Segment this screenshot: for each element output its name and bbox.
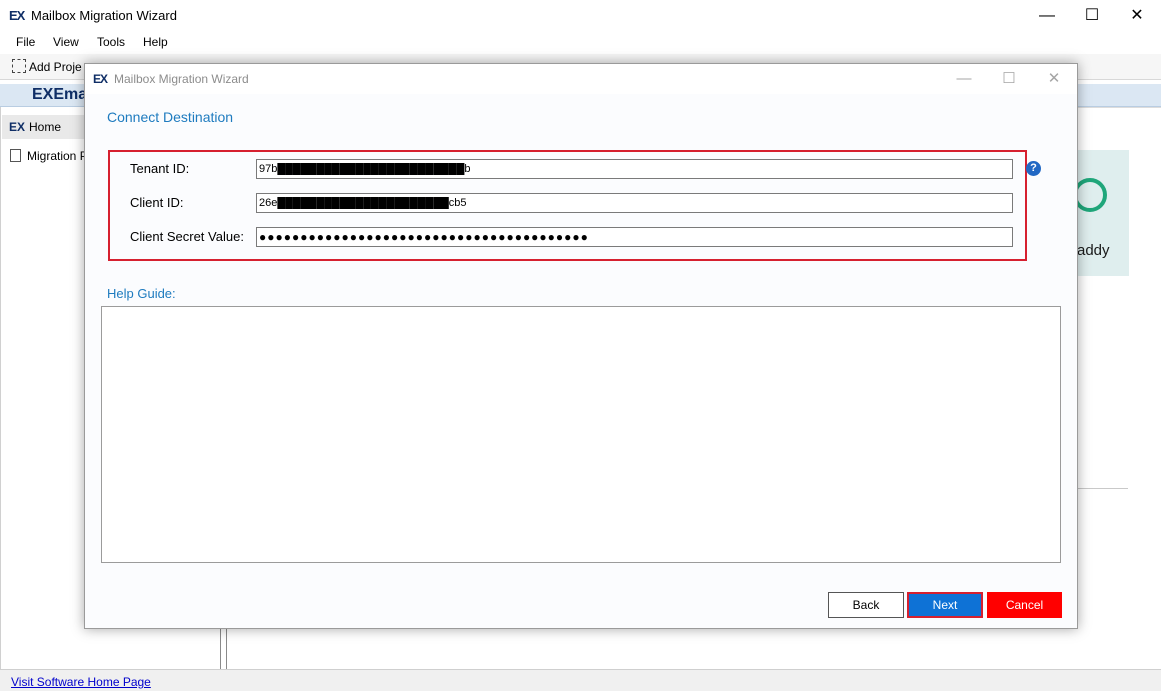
- home-icon: EX: [9, 120, 26, 134]
- maximize-icon[interactable]: ☐: [1069, 0, 1115, 31]
- help-question-icon[interactable]: ?: [1026, 161, 1041, 176]
- tenant-id-input[interactable]: [256, 159, 1013, 179]
- next-button[interactable]: Next: [907, 592, 983, 618]
- dialog-minimize-icon[interactable]: —: [941, 64, 987, 94]
- add-project-icon: [12, 59, 26, 73]
- dialog-titlebar: EX Mailbox Migration Wizard — ☐ ✕: [85, 64, 1077, 94]
- sidebar-item-migration-project[interactable]: Migration Pr: [10, 149, 92, 163]
- menu-bar: File View Tools Help: [0, 31, 1161, 53]
- help-guide-panel: [101, 306, 1061, 563]
- client-secret-label: Client Secret Value:: [130, 229, 244, 244]
- status-bar: Visit Software Home Page: [0, 669, 1161, 691]
- divider: [1078, 488, 1128, 489]
- close-icon[interactable]: ✕: [1114, 0, 1160, 31]
- home-page-link[interactable]: Visit Software Home Page: [11, 675, 151, 689]
- menu-view[interactable]: View: [53, 35, 79, 49]
- main-titlebar: EX Mailbox Migration Wizard — ☐ ✕: [0, 0, 1161, 31]
- client-secret-input[interactable]: [256, 227, 1013, 247]
- add-project-button[interactable]: Add Proje: [12, 59, 87, 74]
- dialog-title: Mailbox Migration Wizard: [114, 72, 249, 86]
- cancel-button[interactable]: Cancel: [987, 592, 1062, 618]
- back-button[interactable]: Back: [828, 592, 904, 618]
- dialog-maximize-icon[interactable]: ☐: [986, 64, 1032, 94]
- client-id-input[interactable]: [256, 193, 1013, 213]
- dialog-logo-icon: EX: [93, 72, 108, 86]
- minimize-icon[interactable]: —: [1024, 0, 1070, 31]
- provider-card-label: addy: [1077, 242, 1110, 259]
- menu-file[interactable]: File: [16, 35, 35, 49]
- provider-logo-icon: [1073, 178, 1107, 212]
- window-title: Mailbox Migration Wizard: [31, 8, 177, 23]
- sidebar-item-label: Migration Pr: [27, 149, 92, 163]
- tenant-id-label: Tenant ID:: [130, 161, 190, 176]
- dialog-close-icon[interactable]: ✕: [1031, 64, 1077, 94]
- add-project-label: Add Proje: [29, 60, 82, 74]
- document-icon: [10, 149, 21, 162]
- client-id-label: Client ID:: [130, 195, 184, 210]
- help-guide-label: Help Guide:: [107, 286, 176, 301]
- menu-tools[interactable]: Tools: [97, 35, 125, 49]
- menu-help[interactable]: Help: [143, 35, 168, 49]
- sidebar-item-label: Home: [29, 120, 62, 134]
- section-title: Connect Destination: [107, 109, 234, 125]
- migration-wizard-dialog: EX Mailbox Migration Wizard — ☐ ✕ Connec…: [84, 63, 1078, 629]
- brand-logo: EXEma: [32, 86, 88, 103]
- app-logo-icon: EX: [9, 8, 25, 23]
